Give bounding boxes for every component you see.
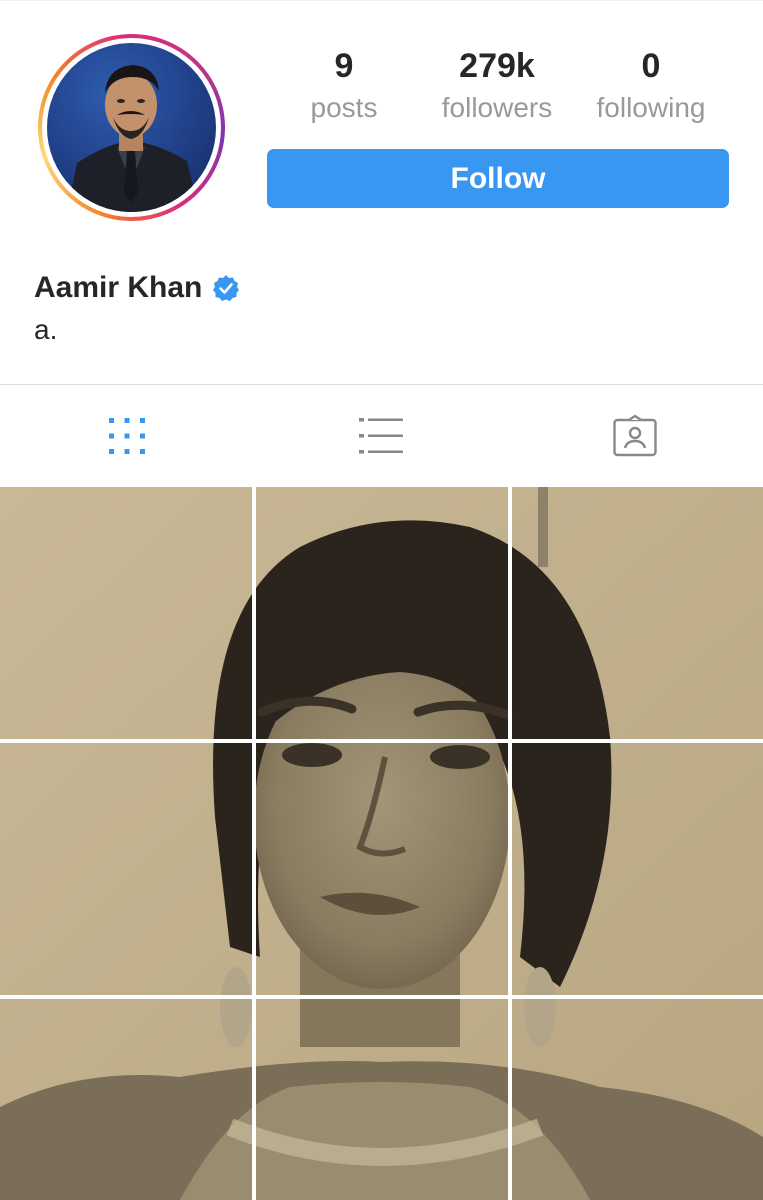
- list-icon: [359, 418, 403, 454]
- grid-separator: [0, 739, 763, 743]
- post-tile[interactable]: [0, 743, 253, 996]
- grid-separator: [0, 995, 763, 999]
- post-tile[interactable]: [257, 999, 510, 1200]
- post-tile[interactable]: [514, 999, 763, 1200]
- verified-badge-icon: [213, 275, 240, 301]
- profile-name-row: Aamir Khan: [34, 266, 240, 310]
- stat-posts[interactable]: 9 posts: [274, 44, 414, 126]
- followers-count: 279k: [459, 47, 535, 85]
- tab-grid-view[interactable]: [0, 385, 254, 487]
- post-tile[interactable]: [0, 487, 253, 740]
- grid-separator: [252, 487, 256, 1200]
- posts-label: posts: [310, 92, 378, 123]
- post-tile[interactable]: [257, 743, 510, 996]
- stat-following[interactable]: 0 following: [581, 44, 721, 126]
- following-count: 0: [641, 47, 661, 85]
- post-tile[interactable]: [257, 487, 510, 740]
- profile-bio: a.: [34, 314, 58, 345]
- profile-avatar[interactable]: [47, 43, 216, 212]
- profile-photo-icon: [67, 65, 199, 212]
- story-ring[interactable]: [38, 34, 225, 221]
- grid-icon: [109, 418, 145, 454]
- stat-followers[interactable]: 279k followers: [427, 44, 567, 126]
- profile-name: Aamir Khan: [34, 271, 203, 304]
- post-tile[interactable]: [514, 743, 763, 996]
- grid-separator: [508, 487, 512, 1200]
- following-label: following: [596, 92, 706, 123]
- post-tile[interactable]: [514, 487, 763, 740]
- tagged-person-icon: [613, 415, 657, 457]
- follow-button[interactable]: Follow: [267, 149, 729, 208]
- tab-tagged[interactable]: [508, 385, 762, 487]
- posts-grid: [0, 487, 763, 1200]
- posts-count: 9: [334, 47, 354, 85]
- post-tile[interactable]: [0, 999, 253, 1200]
- tab-list-view[interactable]: [254, 385, 508, 487]
- top-border: [0, 0, 763, 1]
- followers-label: followers: [441, 92, 553, 123]
